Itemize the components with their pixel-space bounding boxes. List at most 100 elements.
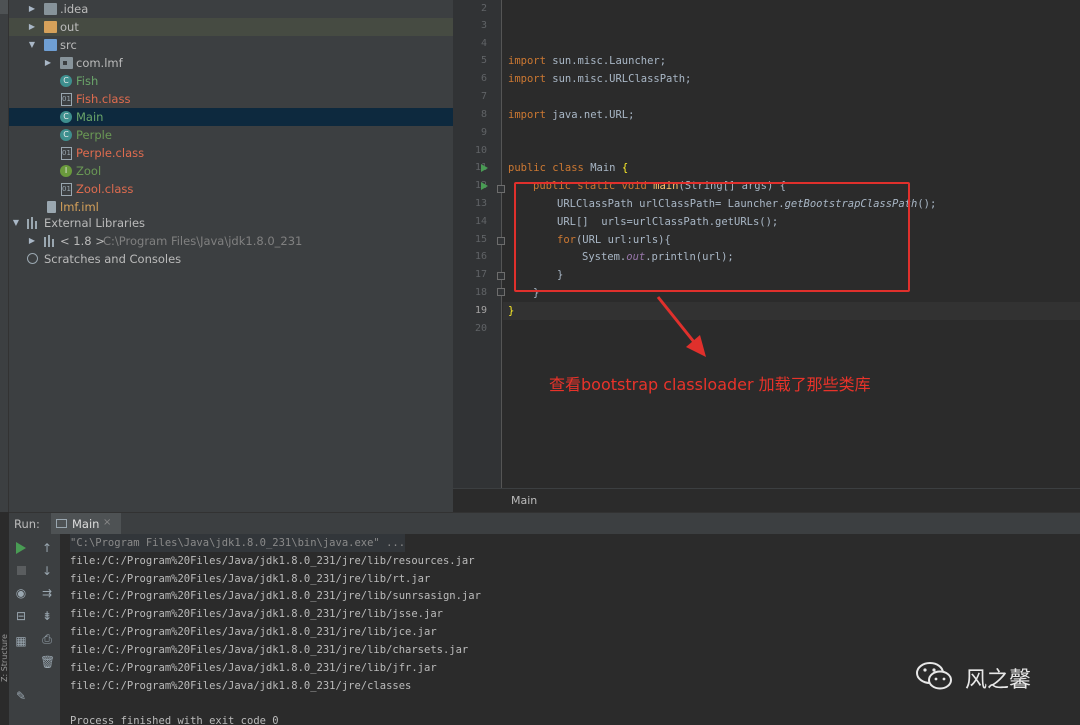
down-arrow-icon[interactable]: ↓ [40,564,54,578]
line-number: 20 [474,323,487,334]
code-line-5: import sun.misc.Launcher; [508,55,667,67]
line-number: 6 [480,73,487,84]
tree-item-perple-class[interactable]: Perple.class [9,144,453,162]
pin-icon[interactable]: ✎ [14,689,28,703]
run-tool-window-header: Run: Main × [9,512,1080,535]
console-line: file:/C:/Program%20Files/Java/jdk1.8.0_2… [70,555,475,567]
structure-side-tab[interactable]: Z: Structure [0,612,9,682]
tree-item-label: out [60,20,79,34]
annotation-text: 查看bootstrap classloader 加载了那些类库 [549,375,871,394]
camera-icon[interactable]: ◉ [14,586,28,600]
console-line: file:/C:/Program%20Files/Java/jdk1.8.0_2… [70,573,431,585]
run-label: Run: [14,517,40,531]
wechat-icon [916,662,952,690]
console-line: file:/C:/Program%20Files/Java/jdk1.8.0_2… [70,608,443,620]
tree-item-fish-class[interactable]: Fish.class [9,90,453,108]
close-tab-icon[interactable]: × [103,517,111,528]
tree-item-label: Fish.class [76,92,131,106]
console-line: file:/C:/Program%20Files/Java/jdk1.8.0_2… [70,680,412,692]
breadcrumb-item[interactable]: Main [511,494,537,507]
line-number: 16 [474,251,487,262]
line-number: 4 [480,38,487,49]
rerun-icon[interactable] [16,542,26,554]
expand-arrow-icon[interactable]: ▶ [27,232,37,250]
watermark: 风之馨 [915,656,1060,698]
console-line: file:/C:/Program%20Files/Java/jdk1.8.0_2… [70,644,469,656]
tree-item-scratches[interactable]: Scratches and Consoles [9,250,453,268]
run-class-icon[interactable] [481,164,488,172]
watermark-text: 风之馨 [965,668,1032,693]
tree-item-idea[interactable]: ▶ .idea [9,0,453,18]
console-line: Process finished with exit code 0 [70,715,279,725]
tree-item-main[interactable]: C Main [9,108,453,126]
soft-wrap-icon[interactable]: ⇉ [40,586,54,600]
folder-icon [44,21,57,33]
line-number: 5 [480,55,487,66]
collapse-arrow-icon[interactable]: ▼ [11,214,21,232]
tree-item-jdk[interactable]: ▶ < 1.8 > C:\Program Files\Java\jdk1.8.0… [9,232,453,250]
tree-item-zool[interactable]: I Zool [9,162,453,180]
line-number: 7 [480,91,487,102]
run-tab-label: Main [72,517,100,531]
code-line-8: import java.net.URL; [508,109,635,121]
exit-icon[interactable]: ⊟ [14,609,28,623]
tree-item-label: Scratches and Consoles [44,252,182,266]
breadcrumb[interactable]: Main [453,488,1080,512]
folder-icon [44,3,57,15]
project-tree: ▶ .idea ▶ out ▼ src ▶ com.lmf C Fish Fis… [9,0,453,512]
console-line: file:/C:/Program%20Files/Java/jdk1.8.0_2… [70,626,437,638]
interface-icon: I [60,165,72,177]
fold-marker-icon[interactable] [497,272,505,280]
tree-item-external-libraries[interactable]: ▼ External Libraries [9,214,453,232]
binary-file-icon [60,147,73,160]
fold-marker-icon[interactable] [497,185,505,193]
scroll-to-end-icon[interactable]: ⇟ [40,609,54,623]
jdk-icon [44,235,57,247]
console-tab-icon [56,519,67,528]
tree-item-com-lmf[interactable]: ▶ com.lmf [9,54,453,72]
tree-item-src[interactable]: ▼ src [9,36,453,54]
project-tool-tab[interactable] [0,0,8,14]
line-number: 3 [480,20,487,31]
tree-item-perple[interactable]: C Perple [9,126,453,144]
tree-item-fish[interactable]: C Fish [9,72,453,90]
trash-icon[interactable]: 🗑 [40,655,55,669]
line-number: 13 [474,198,487,209]
up-arrow-icon[interactable]: ↑ [40,541,54,555]
run-toolbar: ↑ ↓ ◉ ⇉ ⊟ ⇟ ▦ ⎙ 🗑 ✎ [9,534,60,725]
print-icon[interactable]: ⎙ [40,632,54,646]
tree-item-label: Perple.class [76,146,145,160]
tree-item-out[interactable]: ▶ out [9,18,453,36]
run-tab-main[interactable]: Main × [51,513,121,535]
tree-item-zool-class[interactable]: Zool.class [9,180,453,198]
line-number: 10 [474,145,487,156]
line-number: 14 [474,216,487,227]
layout-icon[interactable]: ▦ [14,634,28,648]
tree-item-label: Perple [76,128,112,142]
editor-gutter: 2 3 4 5 6 7 8 9 10 11 12 13 14 15 16 17 … [453,0,505,488]
tree-item-label: src [60,38,77,52]
left-tool-strip [0,0,9,512]
annotation-highlight-box [514,182,910,292]
tree-item-label: < 1.8 > [60,234,105,248]
run-method-icon[interactable] [481,182,488,190]
collapse-arrow-icon[interactable]: ▼ [27,36,37,54]
tree-item-label: .idea [60,2,89,16]
code-line-6: import sun.misc.URLClassPath; [508,73,692,85]
expand-arrow-icon[interactable]: ▶ [27,18,37,36]
line-number: 18 [474,287,487,298]
stop-icon[interactable] [17,566,26,575]
class-icon: C [60,129,72,141]
binary-file-icon [60,183,73,196]
tree-item-label: Zool.class [76,182,134,196]
fold-marker-icon[interactable] [497,237,505,245]
line-number: 9 [480,127,487,138]
tree-item-label: com.lmf [76,56,123,70]
line-number: 15 [474,234,487,245]
class-icon: C [60,75,72,87]
line-number: 19 [474,305,487,316]
line-number: 8 [480,109,487,120]
expand-arrow-icon[interactable]: ▶ [43,54,53,72]
fold-marker-icon[interactable] [497,288,505,296]
expand-arrow-icon[interactable]: ▶ [27,0,37,18]
